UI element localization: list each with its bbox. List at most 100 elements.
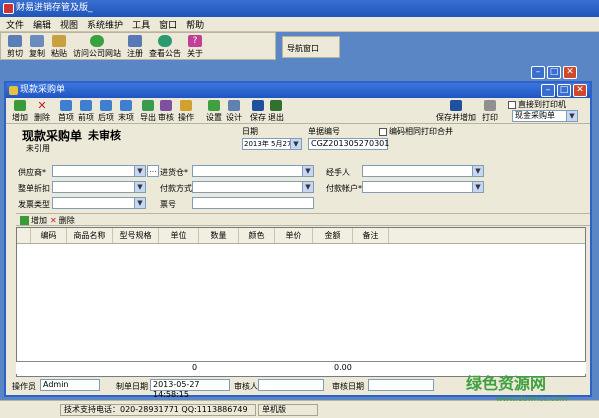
cut-button[interactable]: 剪切 <box>7 35 23 59</box>
menu-view[interactable]: 视图 <box>60 18 78 31</box>
discount-label: 整单折扣 <box>18 184 50 193</box>
payaccount-label: 付款帐户* <box>326 184 362 193</box>
invoice-select[interactable]: ▼ <box>52 197 146 209</box>
audit-date-field <box>368 379 434 391</box>
close-icon[interactable]: ✕ <box>563 66 577 79</box>
mdi-window-controls: – □ ✕ <box>529 66 577 79</box>
menu-bar: 文件 编辑 视图 系统维护 工具 窗口 帮助 <box>0 17 599 32</box>
about-button[interactable]: ? 关于 <box>187 35 203 59</box>
direct-print-checkbox[interactable]: 直接到打印机 <box>508 99 566 110</box>
discount-select[interactable]: ▼ <box>52 181 146 193</box>
ticketno-field[interactable] <box>192 197 314 209</box>
support-info: 技术支持电话：020-28931771 QQ:1113886749 <box>60 404 256 416</box>
date-label: 日期 <box>242 127 258 136</box>
child-maximize-icon[interactable]: □ <box>557 84 571 97</box>
last-button[interactable]: 末项 <box>118 100 134 123</box>
next-icon <box>100 100 112 111</box>
exit-icon <box>270 100 282 111</box>
export-icon <box>142 100 154 111</box>
total-qty: 0 <box>192 363 198 372</box>
docno-field[interactable]: CGZ201305270301 <box>308 138 389 150</box>
supplier-browse-button[interactable]: … <box>147 165 159 177</box>
checkbox-box <box>508 100 516 109</box>
delete-icon: ✕ <box>37 99 47 112</box>
total-amount: 0.00 <box>334 363 352 372</box>
supplier-label: 供应商* <box>18 168 46 177</box>
save-icon <box>252 100 264 111</box>
payaccount-select[interactable]: ▼ <box>362 181 484 193</box>
next-button[interactable]: 后项 <box>98 100 114 123</box>
menu-help[interactable]: 帮助 <box>186 18 204 31</box>
menu-file[interactable]: 文件 <box>6 18 24 31</box>
print-format-select[interactable]: 现金采购单 ▼ <box>512 110 578 122</box>
col-remark[interactable]: 备注 <box>353 228 389 243</box>
save-button[interactable]: 保存 <box>250 100 266 123</box>
merge-print-checkbox[interactable]: 编码相同打印合并 <box>379 126 453 137</box>
operate-button[interactable]: 操作 <box>178 100 194 123</box>
copy-button[interactable]: 复制 <box>29 35 45 59</box>
settings-button[interactable]: 设置 <box>206 100 222 123</box>
delete-button[interactable]: ✕ 删除 <box>34 100 50 123</box>
col-unit[interactable]: 单位 <box>159 228 199 243</box>
printer-icon <box>484 100 496 111</box>
prev-icon <box>80 100 92 111</box>
audit-button[interactable]: 审核 <box>158 100 174 123</box>
export-button[interactable]: 导出 <box>140 100 156 123</box>
items-grid[interactable]: 编码 商品名称 型号规格 单位 数量 颜色 单价 金额 备注 <box>16 227 586 377</box>
register-button[interactable]: 注册 <box>127 35 143 59</box>
col-color[interactable]: 颜色 <box>239 228 275 243</box>
save-and-add-button[interactable]: 保存并增加 <box>436 100 476 123</box>
warehouse-select[interactable]: ▼ <box>192 165 314 177</box>
design-button[interactable]: 设计 <box>226 100 242 123</box>
warehouse-label: 进货仓* <box>160 168 188 177</box>
visit-website-button[interactable]: 访问公司网站 <box>73 35 121 59</box>
doc-title: 现款采购单 <box>22 129 83 143</box>
menu-system[interactable]: 系统维护 <box>87 18 123 31</box>
date-picker[interactable]: 2013年 5月27日 ▼ <box>242 138 302 150</box>
chevron-down-icon: ▼ <box>134 198 145 208</box>
operator-label: 操作员 <box>12 382 36 391</box>
operate-icon <box>180 100 192 111</box>
nav-window-button[interactable]: 导航窗口 <box>282 36 340 58</box>
col-spec[interactable]: 型号规格 <box>113 228 159 243</box>
copy-icon <box>30 35 44 47</box>
window-icon <box>9 86 18 95</box>
restore-icon[interactable]: □ <box>547 66 561 79</box>
minimize-icon[interactable]: – <box>531 66 545 79</box>
chevron-down-icon: ▼ <box>566 111 577 121</box>
main-toolbar: 剪切 复制 粘贴 访问公司网站 注册 查看公告 ? 关于 <box>0 32 276 60</box>
col-price[interactable]: 单价 <box>275 228 313 243</box>
handler-select[interactable]: ▼ <box>362 165 484 177</box>
menu-edit[interactable]: 编辑 <box>33 18 51 31</box>
col-qty[interactable]: 数量 <box>199 228 239 243</box>
app-title: 财易进销存管及版_ <box>16 3 93 13</box>
doc-status: 未审核 <box>88 129 121 142</box>
supplier-select[interactable]: ▼ <box>52 165 146 177</box>
prev-button[interactable]: 前项 <box>78 100 94 123</box>
chevron-down-icon: ▼ <box>134 182 145 192</box>
paymethod-select[interactable]: ▼ <box>192 181 314 193</box>
col-name[interactable]: 商品名称 <box>67 228 113 243</box>
notice-button[interactable]: 查看公告 <box>149 35 181 59</box>
grid-delete-button[interactable]: ✕ 删除 <box>50 215 75 226</box>
window-title: 现款采购单 <box>20 85 66 95</box>
print-button[interactable]: 打印 <box>482 100 498 123</box>
add-button[interactable]: 增加 <box>12 100 28 123</box>
ticketno-label: 票号 <box>160 200 176 209</box>
exit-button[interactable]: 退出 <box>268 100 284 123</box>
grid-add-button[interactable]: 增加 <box>20 215 47 226</box>
menu-window[interactable]: 窗口 <box>159 18 177 31</box>
paste-icon <box>52 35 66 47</box>
child-close-icon[interactable]: ✕ <box>573 84 587 97</box>
col-code[interactable]: 编码 <box>31 228 67 243</box>
invoice-label: 发票类型 <box>18 200 50 209</box>
audit-icon <box>160 100 172 111</box>
child-minimize-icon[interactable]: – <box>541 84 555 97</box>
operator-field: Admin <box>40 379 100 391</box>
auditor-label: 审核人 <box>234 382 258 391</box>
menu-tools[interactable]: 工具 <box>132 18 150 31</box>
first-button[interactable]: 首项 <box>58 100 74 123</box>
col-amount[interactable]: 金额 <box>313 228 353 243</box>
paste-button[interactable]: 粘贴 <box>51 35 67 59</box>
made-date-label: 制单日期 <box>116 382 148 391</box>
